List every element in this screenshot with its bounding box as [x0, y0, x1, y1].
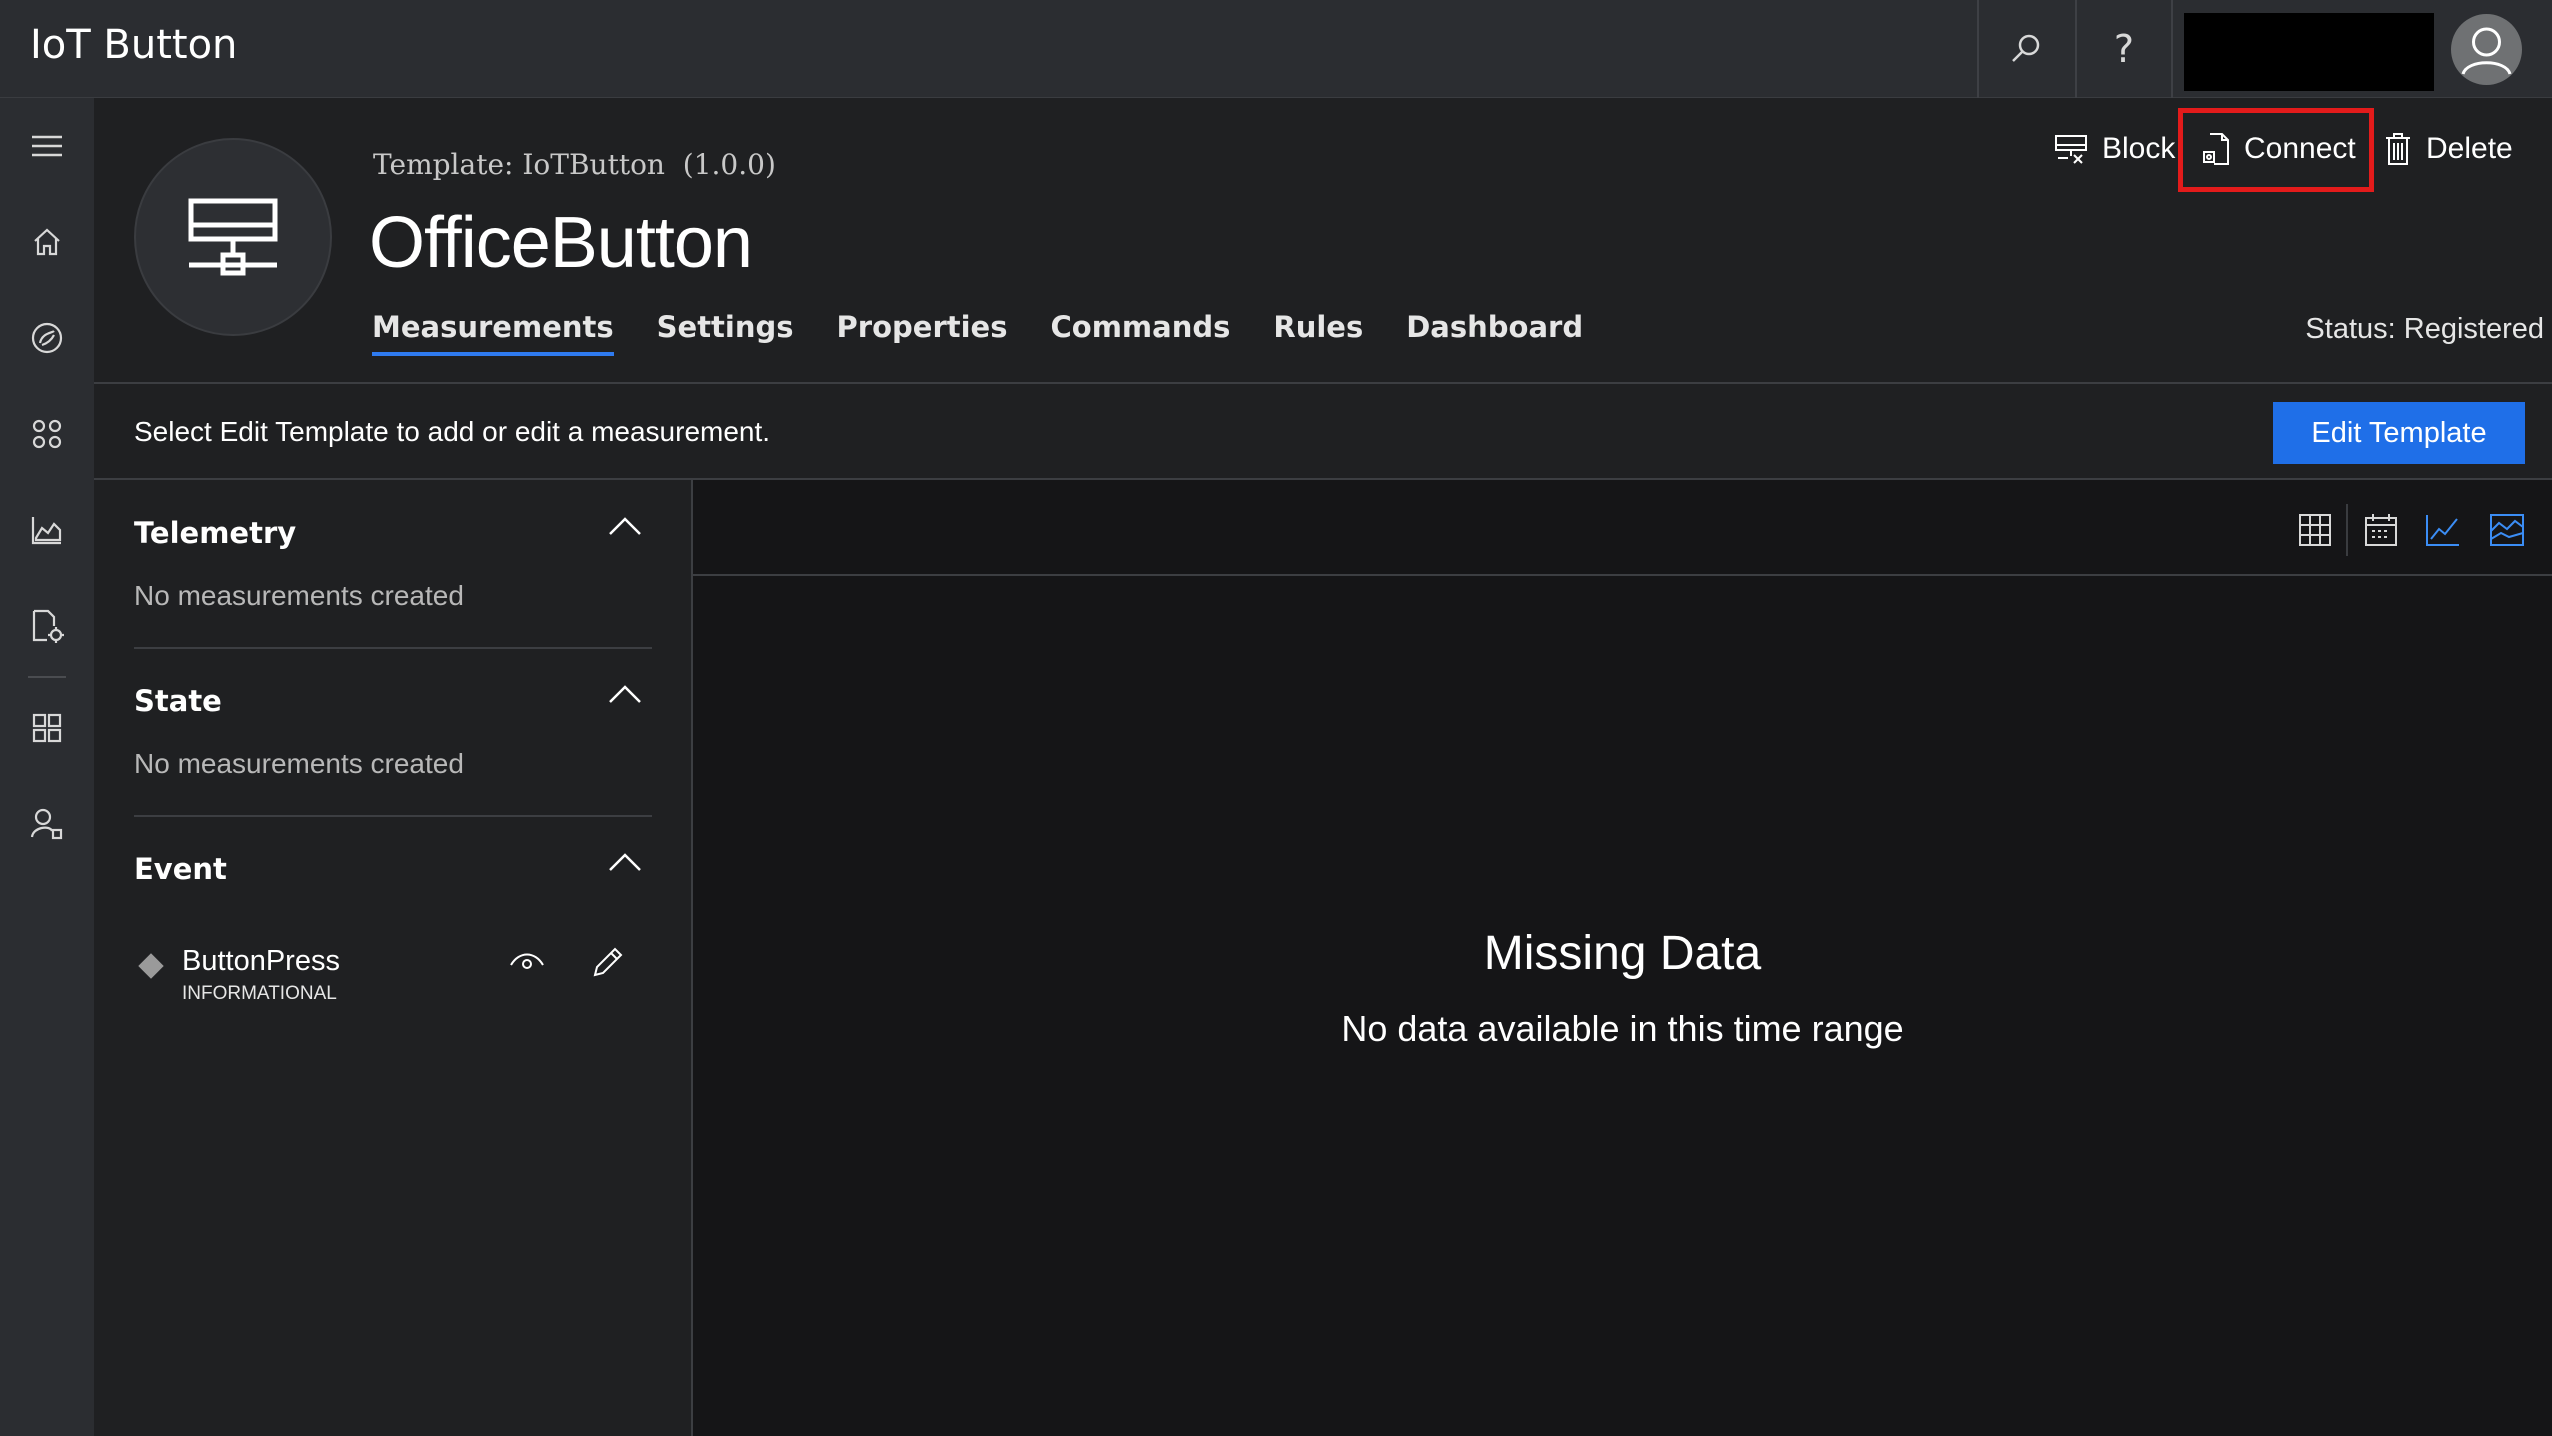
template-name[interactable]: IoTButton: [522, 148, 665, 181]
section-title-state[interactable]: State: [134, 684, 222, 718]
tab-commands[interactable]: Commands: [1050, 310, 1230, 356]
device-header: Template: IoTButton (1.0.0) OfficeButton…: [94, 98, 2552, 384]
tab-settings[interactable]: Settings: [657, 310, 794, 356]
device-status: Status: Registered: [2305, 313, 2544, 345]
device-avatar: [134, 138, 332, 336]
chart-area: Missing Data No data available in this t…: [693, 480, 2552, 1436]
tab-rules[interactable]: Rules: [1273, 310, 1363, 356]
block-icon: [2054, 134, 2088, 164]
section-divider: [134, 815, 652, 817]
area-chart-icon[interactable]: [2485, 508, 2529, 552]
list-item-buttonpress[interactable]: ButtonPress INFORMATIONAL: [134, 945, 652, 1015]
calendar-icon[interactable]: [2359, 508, 2403, 552]
block-label: Block: [2102, 132, 2176, 165]
device-name: OfficeButton: [369, 203, 753, 283]
template-version: (1.0.0): [682, 148, 776, 181]
device-explorer-icon[interactable]: [0, 298, 94, 378]
telemetry-empty-text: No measurements created: [134, 580, 464, 611]
search-icon: [2012, 34, 2040, 62]
grid-view-icon[interactable]: [2293, 508, 2337, 552]
diamond-icon: [138, 953, 164, 979]
event-severity: INFORMATIONAL: [182, 983, 337, 1004]
nav-divider: [28, 676, 66, 678]
pencil-icon[interactable]: [591, 945, 625, 983]
template-prefix: Template:: [373, 148, 514, 181]
left-nav: [0, 98, 94, 1436]
device-icon: [188, 198, 278, 276]
section-divider: [134, 647, 652, 649]
device-tabs: Measurements Settings Properties Command…: [372, 310, 1626, 356]
tab-measurements[interactable]: Measurements: [372, 310, 614, 356]
home-icon[interactable]: [0, 202, 94, 282]
eye-icon[interactable]: [509, 947, 545, 979]
measurements-panel: Telemetry No measurements created State …: [94, 480, 693, 1436]
chevron-up-icon[interactable]: [608, 516, 642, 540]
device-sets-icon[interactable]: [0, 394, 94, 474]
chart-view-toolbar: [693, 480, 2552, 576]
template-info: Template: IoTButton (1.0.0): [373, 148, 776, 181]
jobs-icon[interactable]: [0, 586, 94, 666]
tab-dashboard[interactable]: Dashboard: [1406, 310, 1583, 356]
topbar-divider: [2171, 0, 2173, 98]
section-title-event[interactable]: Event: [134, 852, 227, 886]
missing-data-title: Missing Data: [1483, 927, 1762, 980]
section-title-telemetry[interactable]: Telemetry: [134, 516, 296, 550]
info-message: Select Edit Template to add or edit a me…: [134, 416, 771, 447]
help-button[interactable]: ?: [2075, 0, 2171, 98]
user-avatar-icon[interactable]: [2451, 14, 2522, 85]
state-empty-text: No measurements created: [134, 748, 464, 779]
search-button[interactable]: [1977, 0, 2073, 98]
info-bar: Select Edit Template to add or edit a me…: [94, 384, 2552, 480]
chevron-up-icon[interactable]: [608, 684, 642, 708]
administration-icon[interactable]: [0, 784, 94, 864]
missing-data-message: No data available in this time range: [1341, 1008, 1904, 1049]
tab-properties[interactable]: Properties: [837, 310, 1008, 356]
chevron-up-icon[interactable]: [608, 852, 642, 876]
delete-button[interactable]: Delete: [2384, 124, 2513, 174]
trash-icon: [2384, 132, 2412, 166]
analytics-icon[interactable]: [0, 490, 94, 570]
application-builder-icon[interactable]: [0, 688, 94, 768]
help-icon: ?: [2113, 27, 2135, 71]
connect-highlight-box: [2178, 108, 2374, 192]
hamburger-menu-icon[interactable]: [0, 106, 94, 186]
edit-template-button[interactable]: Edit Template: [2273, 402, 2525, 464]
toolbar-divider: [2346, 504, 2348, 556]
top-bar: IoT Button ?: [0, 0, 2552, 98]
delete-label: Delete: [2426, 132, 2513, 165]
redacted-account-name: [2184, 13, 2434, 91]
event-name: ButtonPress: [182, 945, 340, 977]
app-title: IoT Button: [30, 22, 238, 68]
block-button[interactable]: Block: [2054, 124, 2175, 174]
line-chart-icon[interactable]: [2421, 508, 2465, 552]
